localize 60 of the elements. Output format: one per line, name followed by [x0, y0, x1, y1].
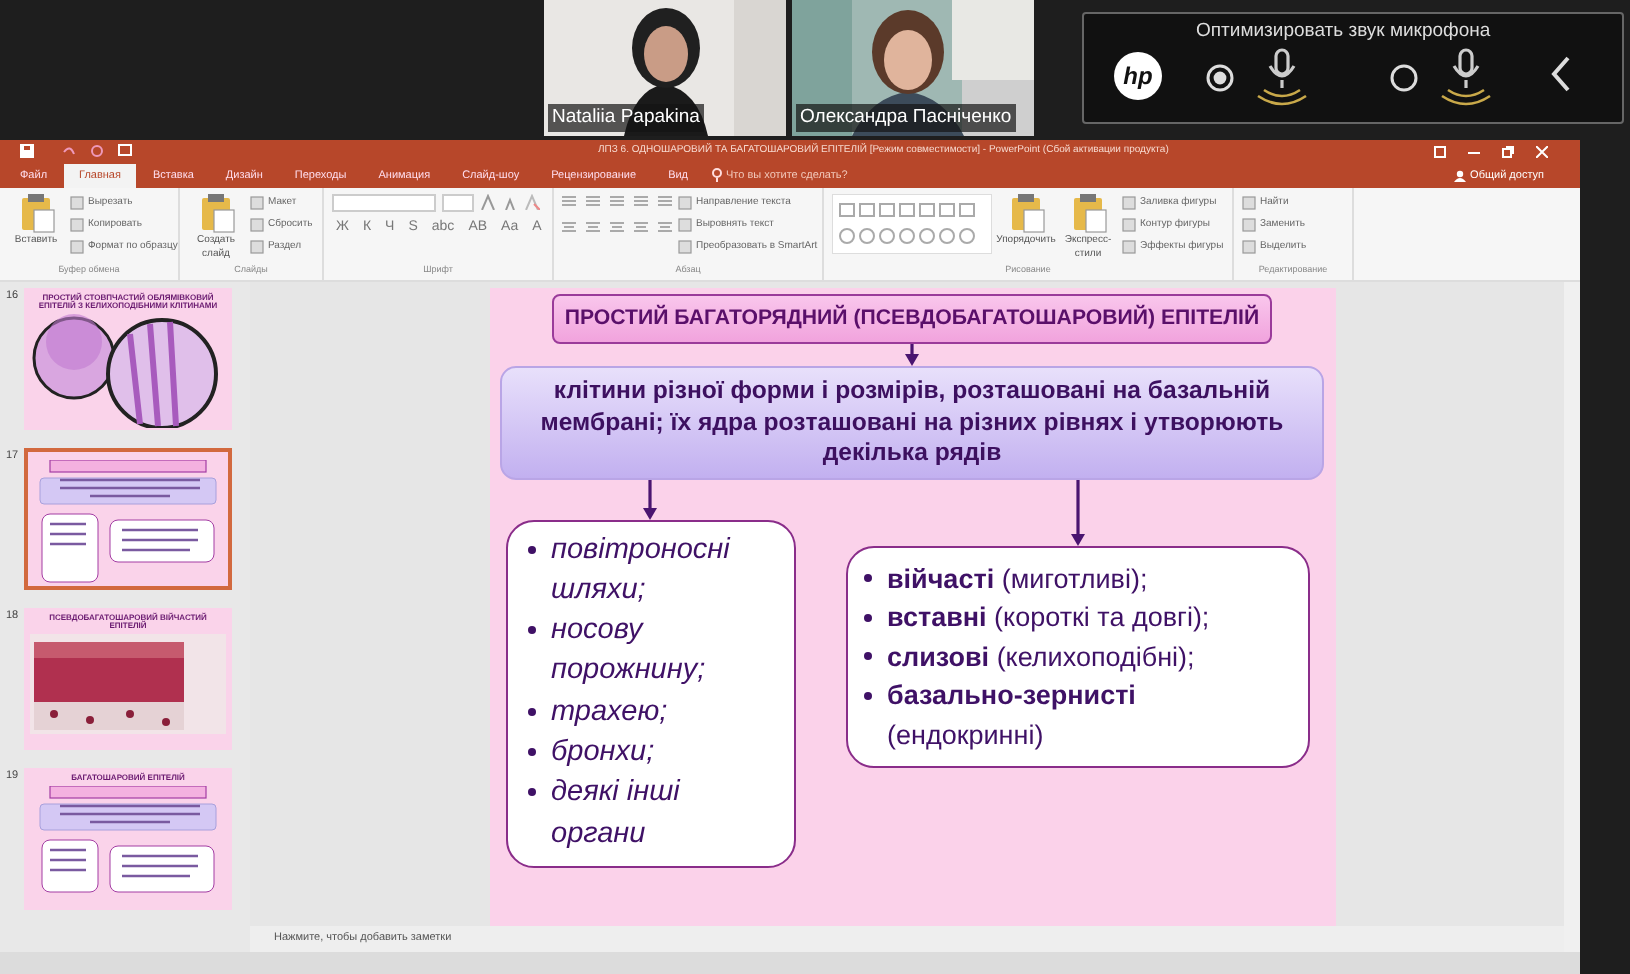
ribbon-icon — [1068, 193, 1108, 234]
align-text-icon[interactable] — [634, 219, 648, 234]
list-item: вставні (короткі та довгі); — [887, 600, 1210, 637]
list-format-icon[interactable] — [634, 193, 648, 208]
close-icon[interactable] — [1536, 145, 1548, 158]
save-icon[interactable] — [20, 144, 34, 159]
bullet-icon — [863, 652, 871, 661]
participant-name: Олександра Пасніченко — [796, 103, 1016, 132]
font-size-field[interactable] — [442, 193, 474, 212]
align-text-icon[interactable] — [586, 219, 600, 234]
bullet-icon — [527, 626, 535, 635]
list-format-icon[interactable] — [658, 193, 672, 208]
arrow — [642, 479, 658, 520]
lightbulb-icon — [712, 168, 723, 183]
bullet-icon — [863, 613, 871, 622]
list-item: трахею; — [551, 693, 668, 732]
grow-font-icon[interactable] — [480, 193, 496, 210]
list-format-icon[interactable] — [610, 193, 624, 208]
arrow — [1069, 479, 1085, 546]
list-format-icon[interactable] — [586, 193, 600, 208]
font-name-field[interactable] — [332, 193, 436, 212]
person-icon — [1454, 169, 1467, 182]
shapes-gallery[interactable] — [832, 193, 992, 254]
bullet-icon — [527, 748, 535, 756]
microphone-icon — [1438, 46, 1494, 110]
ribbon-icon — [196, 193, 236, 234]
list-item: слизові (келихоподібні); — [887, 639, 1195, 676]
logo: hp — [1114, 52, 1162, 100]
microphone-icon — [1254, 46, 1310, 110]
bullet-icon — [863, 573, 871, 582]
radio-button[interactable] — [1390, 64, 1418, 92]
list-item: носову порожнину; — [551, 612, 708, 691]
arrow — [904, 344, 920, 367]
align-text-icon[interactable] — [610, 219, 624, 234]
shrink-font-icon[interactable] — [502, 193, 518, 210]
bullet-icon — [527, 788, 535, 797]
ribbon-icon — [16, 193, 56, 234]
definition-box: клітини різної форми і розмірів, розташовані на базальній мембрані; їх ядра розташовані на різних рівнях і утворюють декілька рядів — [500, 366, 1324, 480]
scrollbar[interactable] — [1564, 281, 1580, 952]
slide-title: ПРОСТИЙ БАГАТОРЯДНИЙ (ПСЕВДОБАГАТОШАРОВИЙ) ЕПІТЕЛІЙ — [552, 293, 1272, 345]
list-item: повітроносні шляхи; — [551, 531, 733, 610]
restore-icon[interactable] — [1502, 145, 1514, 158]
list-item: бронхи; — [551, 734, 655, 773]
undo-icon[interactable] — [62, 144, 76, 159]
ribbon-icon — [1006, 193, 1046, 234]
slide-thumbnail[interactable] — [24, 447, 232, 590]
participant-name: Nataliia Papakina — [548, 103, 704, 132]
bullet-icon — [863, 691, 871, 700]
list-item: деякі інші органи — [551, 774, 683, 854]
panel-title: Оптимизировать звук микрофона — [1196, 18, 1491, 46]
bullet-icon — [527, 545, 535, 554]
list-item: війчасті (миготливі); — [887, 561, 1148, 598]
list-item: базально-зернисті (ендокринні) — [887, 678, 1138, 754]
align-text-icon[interactable] — [658, 219, 672, 234]
chevron-left-icon[interactable] — [1550, 56, 1570, 92]
list-format-icon[interactable] — [562, 193, 576, 208]
bullet-icon — [527, 707, 535, 716]
radio-button[interactable] — [1206, 64, 1234, 92]
align-text-icon[interactable] — [562, 219, 576, 234]
clear-format-icon[interactable] — [524, 193, 540, 210]
